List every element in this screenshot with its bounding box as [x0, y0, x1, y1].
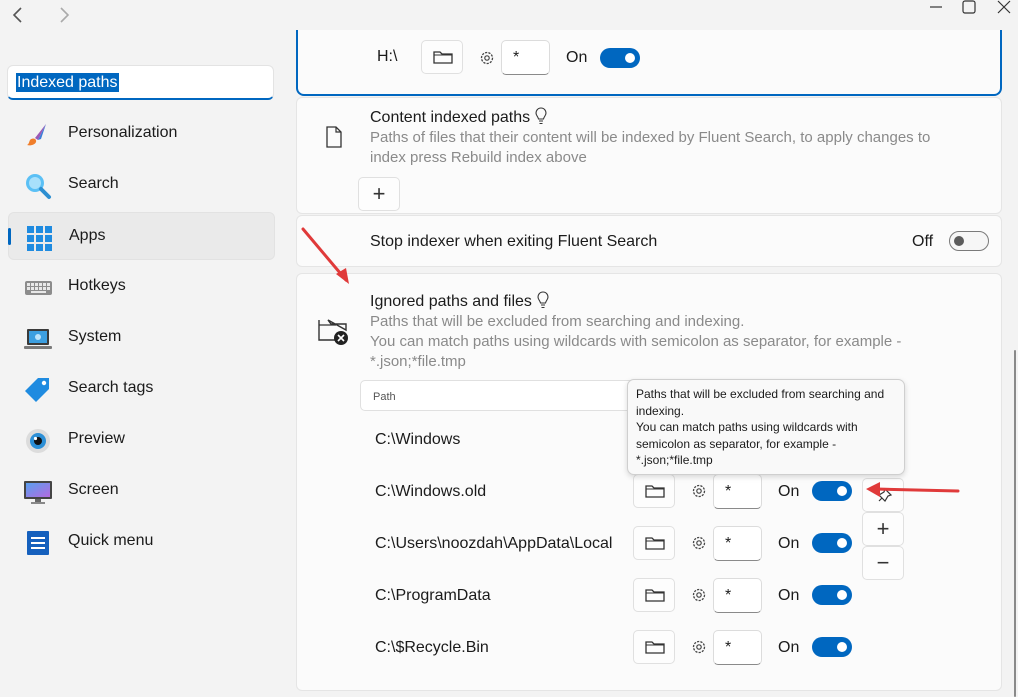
filter-input[interactable]: *: [713, 630, 762, 665]
sidebar-item-search[interactable]: Search: [8, 161, 275, 209]
folder-icon: [433, 51, 453, 64]
tag-icon: [25, 378, 49, 402]
settings-search-input[interactable]: Indexed paths: [7, 65, 274, 100]
drive-path: H:\: [377, 48, 398, 65]
gear-icon[interactable]: [690, 534, 708, 552]
sidebar-item-screen[interactable]: Screen: [8, 467, 275, 515]
included-paths-card: [296, 30, 1002, 96]
annotation-arrow-down: [301, 227, 349, 284]
gear-icon[interactable]: [478, 49, 496, 67]
forward-button[interactable]: [54, 4, 74, 26]
toggle-state-label: On: [778, 587, 800, 604]
ignored-path-input[interactable]: Path: [360, 380, 640, 411]
folder-icon: [645, 537, 665, 550]
remove-ignored-path-button[interactable]: −: [862, 546, 904, 580]
lightbulb-icon: [537, 291, 549, 309]
sidebar-item-search-tags[interactable]: Search tags: [8, 365, 275, 413]
filter-input[interactable]: *: [501, 40, 550, 75]
sidebar-item-label: System: [68, 328, 122, 345]
sidebar-item-preview[interactable]: Preview: [8, 416, 275, 464]
sidebar-item-label: Apps: [69, 227, 106, 244]
sidebar-item-quick-menu[interactable]: Quick menu: [8, 518, 275, 566]
ignored-path-text: C:\Windows: [375, 431, 461, 448]
stop-indexer-state: Off: [912, 233, 934, 250]
ignored-paths-title: Ignored paths and files: [370, 291, 549, 311]
active-indicator: [8, 228, 11, 245]
enabled-toggle[interactable]: [600, 48, 640, 68]
gear-icon[interactable]: [690, 482, 708, 500]
ignored-paths-description: Paths that will be excluded from searchi…: [370, 313, 902, 370]
document-icon: [326, 126, 342, 148]
laptop-icon: [24, 329, 52, 349]
toggle-state-label: On: [566, 49, 588, 66]
maximize-button[interactable]: [957, 0, 981, 16]
back-button[interactable]: [8, 4, 28, 26]
keyboard-icon: [25, 281, 52, 295]
monitor-icon: [24, 481, 52, 504]
close-button[interactable]: [992, 0, 1016, 16]
ignored-path-text: C:\$Recycle.Bin: [375, 639, 489, 656]
sidebar-item-personalization[interactable]: Personalization: [8, 110, 275, 158]
gear-icon[interactable]: [690, 586, 708, 604]
apps-grid-icon: [27, 226, 52, 251]
browse-folder-button[interactable]: [633, 474, 675, 508]
sidebar-item-label: Hotkeys: [68, 277, 126, 294]
ignored-path-text: C:\Users\noozdah\AppData\Local: [375, 535, 613, 552]
gear-icon[interactable]: [690, 638, 708, 656]
folder-icon: [645, 641, 665, 654]
add-ignored-path-button[interactable]: +: [862, 512, 904, 546]
folder-icon: [645, 485, 665, 498]
annotation-arrow-left: [866, 482, 960, 497]
menu-list-icon: [27, 531, 49, 555]
sidebar-item-apps[interactable]: Apps: [8, 212, 275, 260]
stop-indexer-label: Stop indexer when exiting Fluent Search: [370, 233, 658, 250]
enabled-toggle[interactable]: [812, 481, 852, 501]
content-indexed-description: Paths of files that their content will b…: [370, 129, 931, 166]
magnifier-icon: [26, 174, 51, 199]
sidebar-item-label: Quick menu: [68, 532, 154, 549]
toggle-state-label: On: [778, 639, 800, 656]
ignored-path-text: C:\ProgramData: [375, 587, 491, 604]
enabled-toggle[interactable]: [812, 585, 852, 605]
enabled-toggle[interactable]: [812, 637, 852, 657]
sidebar-item-label: Personalization: [68, 124, 178, 141]
browse-folder-button[interactable]: [633, 526, 675, 560]
browse-folder-button[interactable]: [633, 630, 675, 664]
paintbrush-icon: [27, 124, 46, 146]
tooltip-text: Paths that will be excluded from searchi…: [636, 387, 885, 467]
ignored-paths-tooltip: Paths that will be excluded from searchi…: [627, 379, 905, 475]
browse-folder-button[interactable]: [633, 578, 675, 612]
browse-folder-button[interactable]: [421, 40, 463, 74]
enabled-toggle[interactable]: [812, 533, 852, 553]
sidebar-item-label: Search tags: [68, 379, 154, 396]
lightbulb-icon: [535, 107, 547, 125]
folder-excluded-icon: [318, 319, 348, 345]
sidebar-item-hotkeys[interactable]: Hotkeys: [8, 263, 275, 311]
add-content-path-button[interactable]: +: [358, 177, 400, 211]
ignored-path-text: C:\Windows.old: [375, 483, 487, 500]
scrollbar[interactable]: [1014, 350, 1016, 697]
content-indexed-title: Content indexed paths: [370, 107, 547, 127]
toggle-state-label: On: [778, 535, 800, 552]
sidebar-item-system[interactable]: System: [8, 314, 275, 362]
toggle-state-label: On: [778, 483, 800, 500]
search-input-value: Indexed paths: [16, 73, 119, 92]
stop-indexer-toggle[interactable]: [949, 231, 989, 251]
eye-icon: [26, 429, 50, 453]
sidebar-item-label: Search: [68, 175, 119, 192]
filter-input[interactable]: *: [713, 578, 762, 613]
filter-input[interactable]: *: [713, 474, 762, 509]
sidebar-item-label: Preview: [68, 430, 125, 447]
minimize-button[interactable]: [924, 0, 948, 16]
folder-icon: [645, 589, 665, 602]
sidebar-item-label: Screen: [68, 481, 119, 498]
filter-input[interactable]: *: [713, 526, 762, 561]
